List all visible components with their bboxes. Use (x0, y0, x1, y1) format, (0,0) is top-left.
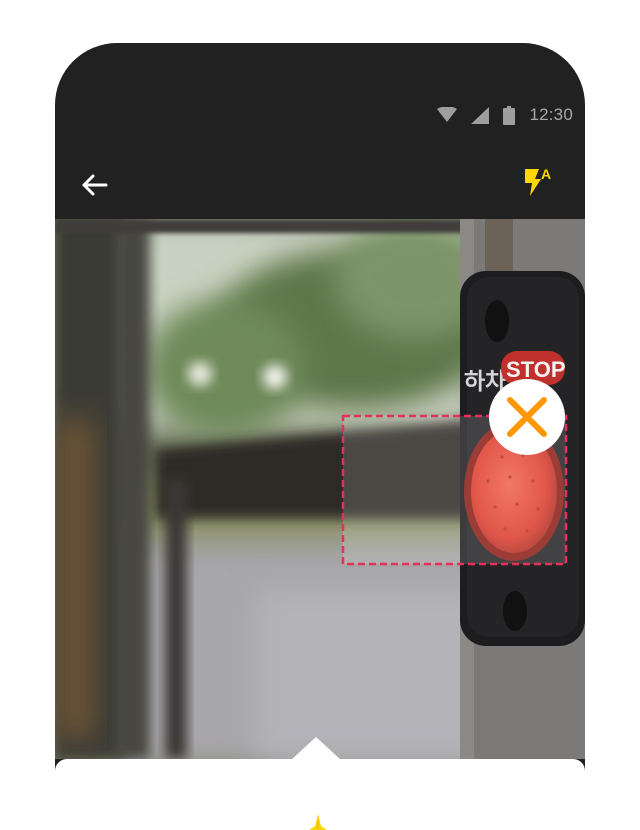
back-button[interactable] (79, 171, 109, 199)
camera-preview-image: 하차 STOP (55, 219, 585, 759)
wifi-icon (437, 107, 458, 123)
battery-icon (503, 105, 516, 125)
camera-viewfinder[interactable]: 하차 STOP (55, 219, 585, 759)
page: 12:30 A 하차 STOP (0, 0, 640, 830)
sign-text-korean: 하차 (464, 368, 506, 394)
sparkle-icon (309, 814, 327, 830)
flash-auto-button[interactable]: A (521, 165, 555, 199)
status-bar: 12:30 (437, 103, 573, 127)
phone-frame: 12:30 A 하차 STOP (55, 43, 585, 830)
flash-auto-icon: A (525, 166, 551, 196)
flash-auto-label: A (541, 166, 551, 182)
sign-text-stop: STOP (506, 357, 566, 382)
bottom-sheet (55, 737, 585, 830)
app-bar: A (55, 157, 585, 213)
sheet-pointer (291, 737, 341, 760)
status-time: 12:30 (529, 105, 573, 124)
arrow-left-icon (82, 174, 108, 196)
signal-icon (471, 106, 490, 124)
close-icon[interactable] (489, 379, 565, 455)
